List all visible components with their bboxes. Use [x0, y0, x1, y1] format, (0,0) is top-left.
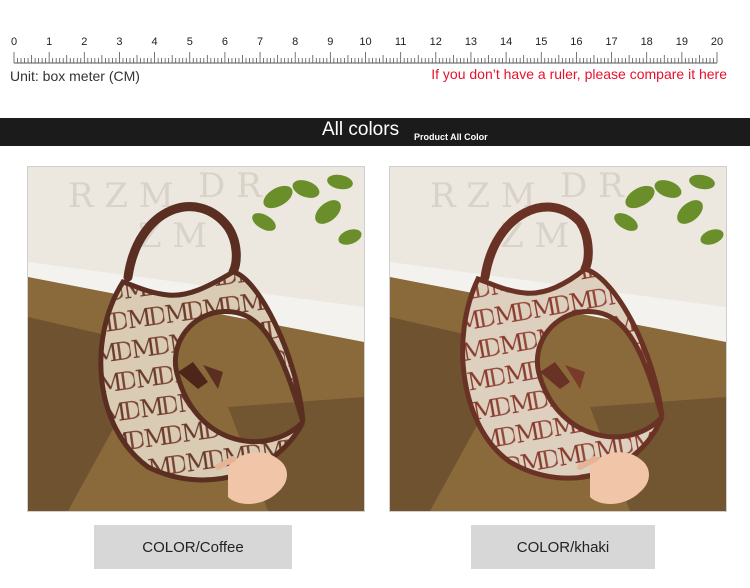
svg-text:R Z M: R Z M	[430, 176, 536, 216]
compare-note: If you don’t have a ruler, please compar…	[431, 66, 727, 82]
ruler-number: 19	[675, 36, 688, 48]
ruler-number: 14	[499, 36, 513, 48]
ruler-number: 18	[640, 36, 653, 48]
ruler-number: 11	[394, 36, 407, 48]
ruler-number: 0	[10, 36, 18, 48]
ruler-number: 10	[359, 36, 372, 48]
ruler-number: 8	[292, 36, 299, 48]
ruler-number: 2	[81, 36, 88, 48]
ruler-numbers: 0 1 2 3 4 5 6 7 8 9 10 11 12 13 14 15 16 17 18 19 20	[0, 36, 750, 50]
ruler-number: 1	[46, 36, 53, 48]
ruler-number: 3	[116, 36, 123, 48]
ruler-section: 0 1 2 3 4 5 6 7 8 9 10 11 12 13 14 15 16 17 18 19 20 Unit: b…	[0, 0, 750, 110]
color-label-coffee: COLOR/Coffee	[94, 525, 292, 569]
ruler-number: 20	[710, 36, 724, 48]
ruler-number: 4	[151, 36, 158, 48]
ruler-number: 7	[256, 36, 264, 48]
svg-text:D R: D R	[560, 167, 625, 206]
ruler-number: 12	[429, 36, 442, 48]
product-photo-coffee: M D R Z M D R Z M	[27, 166, 365, 512]
ruler-number: 15	[535, 36, 548, 48]
color-label-khaki-text: COLOR/khaki	[516, 538, 610, 556]
color-label-khaki: COLOR/khaki	[471, 525, 655, 569]
all-colors-banner: All colors Product All Color	[0, 118, 750, 146]
banner-subtitle: Product All Color	[414, 132, 488, 142]
ruler-number: 16	[570, 36, 583, 48]
banner-title: All colors	[322, 119, 400, 140]
ruler-number: 5	[186, 36, 193, 48]
color-label-coffee-text: COLOR/Coffee	[142, 538, 244, 556]
unit-label: Unit: box meter (CM)	[10, 68, 140, 84]
svg-text:D R: D R	[198, 167, 263, 206]
ruler-scale	[13, 52, 718, 64]
ruler-number: 13	[464, 36, 478, 48]
product-photo-khaki: M D R Z M D R Z M	[389, 166, 727, 512]
ruler-number: 6	[221, 36, 228, 48]
ruler-number: 17	[605, 36, 618, 48]
svg-text:R Z M: R Z M	[68, 176, 174, 216]
ruler-number: 9	[327, 36, 334, 48]
